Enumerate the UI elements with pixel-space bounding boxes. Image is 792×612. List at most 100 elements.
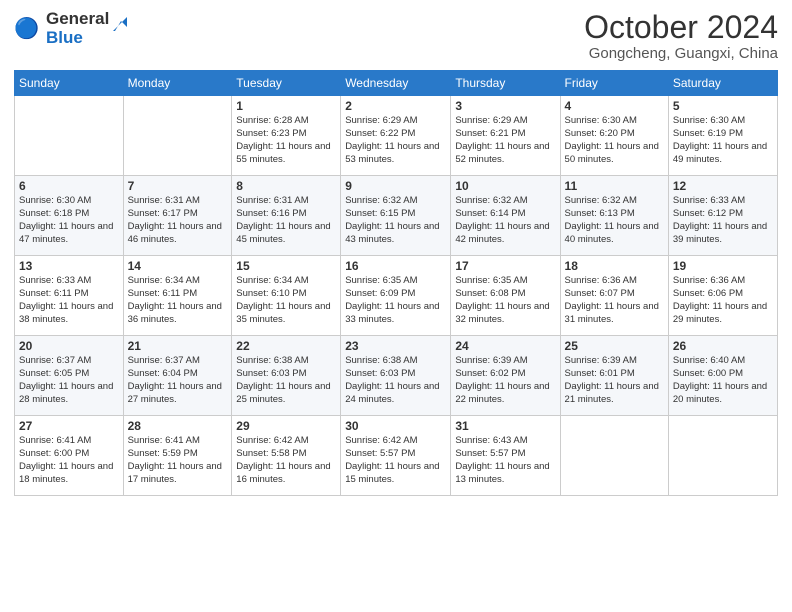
header-saturday: Saturday <box>668 71 777 96</box>
calendar-cell: 11Sunrise: 6:32 AM Sunset: 6:13 PM Dayli… <box>560 176 668 256</box>
calendar-cell: 24 Sunrise: 6:39 AM Sunset: 6:02 PM Dayli… <box>451 336 560 416</box>
calendar-cell: 23 Sunrise: 6:38 AM Sunset: 6:03 PM Dayli… <box>341 336 451 416</box>
day-info: Sunrise: 6:34 AM Sunset: 6:10 PM Dayligh… <box>236 275 336 326</box>
day-number: 23 <box>345 339 446 353</box>
calendar-cell: 21 Sunrise: 6:37 AM Sunset: 6:04 PM Dayli… <box>123 336 232 416</box>
day-number: 15 <box>236 259 336 273</box>
calendar-cell: 28Sunrise: 6:41 AM Sunset: 5:59 PM Dayli… <box>123 416 232 496</box>
day-number: 9 <box>345 179 446 193</box>
day-info: Sunrise: 6:35 AM Sunset: 6:08 PM Dayligh… <box>455 275 555 326</box>
calendar-cell: 6Sunrise: 6:30 AM Sunset: 6:18 PM Daylig… <box>15 176 124 256</box>
day-info: Sunrise: 6:33 AM Sunset: 6:11 PM Dayligh… <box>19 275 119 326</box>
header-wednesday: Wednesday <box>341 71 451 96</box>
header-tuesday: Tuesday <box>232 71 341 96</box>
calendar-cell: 15 Sunrise: 6:34 AM Sunset: 6:10 PM Dayli… <box>232 256 341 336</box>
day-number: 21 <box>128 339 228 353</box>
day-info: Sunrise: 6:30 AM Sunset: 6:19 PM Dayligh… <box>673 115 773 166</box>
day-info: Sunrise: 6:42 AM Sunset: 5:58 PM Dayligh… <box>236 435 336 486</box>
calendar-cell: 29 Sunrise: 6:42 AM Sunset: 5:58 PM Dayli… <box>232 416 341 496</box>
day-number: 28 <box>128 419 228 433</box>
day-number: 22 <box>236 339 336 353</box>
day-number: 13 <box>19 259 119 273</box>
calendar-cell: 13 Sunrise: 6:33 AM Sunset: 6:11 PM Dayli… <box>15 256 124 336</box>
calendar-cell: 19 Sunrise: 6:36 AM Sunset: 6:06 PM Dayli… <box>668 256 777 336</box>
day-info: Sunrise: 6:30 AM Sunset: 6:18 PM Dayligh… <box>19 195 119 246</box>
main-container: 🔵 General Blue October 2024 Gongcheng, G… <box>0 0 792 612</box>
calendar-cell: 9 Sunrise: 6:32 AM Sunset: 6:15 PM Daylig… <box>341 176 451 256</box>
header-thursday: Thursday <box>451 71 560 96</box>
calendar-cell: 27 Sunrise: 6:41 AM Sunset: 6:00 PM Dayli… <box>15 416 124 496</box>
calendar-cell: 16 Sunrise: 6:35 AM Sunset: 6:09 PM Dayli… <box>341 256 451 336</box>
day-info: Sunrise: 6:42 AM Sunset: 5:57 PM Dayligh… <box>345 435 446 486</box>
title-block: October 2024 Gongcheng, Guangxi, China <box>584 10 778 62</box>
week-row-5: 27 Sunrise: 6:41 AM Sunset: 6:00 PM Dayli… <box>15 416 778 496</box>
week-row-1: 1Sunrise: 6:28 AM Sunset: 6:23 PM Daylig… <box>15 96 778 176</box>
day-number: 10 <box>455 179 555 193</box>
day-info: Sunrise: 6:28 AM Sunset: 6:23 PM Dayligh… <box>236 115 336 166</box>
day-info: Sunrise: 6:38 AM Sunset: 6:03 PM Dayligh… <box>345 355 446 406</box>
day-number: 16 <box>345 259 446 273</box>
calendar-cell: 5 Sunrise: 6:30 AM Sunset: 6:19 PM Daylig… <box>668 96 777 176</box>
day-info: Sunrise: 6:29 AM Sunset: 6:21 PM Dayligh… <box>455 115 555 166</box>
week-row-2: 6Sunrise: 6:30 AM Sunset: 6:18 PM Daylig… <box>15 176 778 256</box>
calendar-table: SundayMondayTuesdayWednesdayThursdayFrid… <box>14 70 778 496</box>
header-monday: Monday <box>123 71 232 96</box>
calendar-cell: 26Sunrise: 6:40 AM Sunset: 6:00 PM Dayli… <box>668 336 777 416</box>
day-info: Sunrise: 6:34 AM Sunset: 6:11 PM Dayligh… <box>128 275 228 326</box>
day-number: 31 <box>455 419 555 433</box>
day-number: 26 <box>673 339 773 353</box>
day-info: Sunrise: 6:36 AM Sunset: 6:06 PM Dayligh… <box>673 275 773 326</box>
svg-text:🔵: 🔵 <box>14 16 39 40</box>
calendar-cell: 2Sunrise: 6:29 AM Sunset: 6:22 PM Daylig… <box>341 96 451 176</box>
day-number: 12 <box>673 179 773 193</box>
day-number: 5 <box>673 99 773 113</box>
day-number: 8 <box>236 179 336 193</box>
logo-arrow-icon <box>109 13 131 35</box>
calendar-cell <box>560 416 668 496</box>
header: 🔵 General Blue October 2024 Gongcheng, G… <box>14 10 778 62</box>
day-info: Sunrise: 6:30 AM Sunset: 6:20 PM Dayligh… <box>565 115 664 166</box>
day-info: Sunrise: 6:43 AM Sunset: 5:57 PM Dayligh… <box>455 435 555 486</box>
calendar-cell: 17 Sunrise: 6:35 AM Sunset: 6:08 PM Dayli… <box>451 256 560 336</box>
day-info: Sunrise: 6:41 AM Sunset: 6:00 PM Dayligh… <box>19 435 119 486</box>
calendar-cell <box>15 96 124 176</box>
day-number: 24 <box>455 339 555 353</box>
calendar-cell <box>123 96 232 176</box>
day-info: Sunrise: 6:32 AM Sunset: 6:13 PM Dayligh… <box>565 195 664 246</box>
day-number: 18 <box>565 259 664 273</box>
week-row-4: 20 Sunrise: 6:37 AM Sunset: 6:05 PM Dayli… <box>15 336 778 416</box>
calendar-cell: 3 Sunrise: 6:29 AM Sunset: 6:21 PM Daylig… <box>451 96 560 176</box>
day-info: Sunrise: 6:35 AM Sunset: 6:09 PM Dayligh… <box>345 275 446 326</box>
day-number: 29 <box>236 419 336 433</box>
day-info: Sunrise: 6:37 AM Sunset: 6:04 PM Dayligh… <box>128 355 228 406</box>
day-number: 17 <box>455 259 555 273</box>
logo-text: General Blue <box>46 10 109 47</box>
day-number: 14 <box>128 259 228 273</box>
day-number: 27 <box>19 419 119 433</box>
month-title: October 2024 <box>584 10 778 45</box>
day-info: Sunrise: 6:38 AM Sunset: 6:03 PM Dayligh… <box>236 355 336 406</box>
day-info: Sunrise: 6:33 AM Sunset: 6:12 PM Dayligh… <box>673 195 773 246</box>
day-info: Sunrise: 6:32 AM Sunset: 6:14 PM Dayligh… <box>455 195 555 246</box>
day-info: Sunrise: 6:32 AM Sunset: 6:15 PM Dayligh… <box>345 195 446 246</box>
day-number: 2 <box>345 99 446 113</box>
day-info: Sunrise: 6:39 AM Sunset: 6:01 PM Dayligh… <box>565 355 664 406</box>
day-number: 25 <box>565 339 664 353</box>
day-info: Sunrise: 6:39 AM Sunset: 6:02 PM Dayligh… <box>455 355 555 406</box>
calendar-cell: 18Sunrise: 6:36 AM Sunset: 6:07 PM Dayli… <box>560 256 668 336</box>
day-number: 4 <box>565 99 664 113</box>
calendar-cell: 4 Sunrise: 6:30 AM Sunset: 6:20 PM Daylig… <box>560 96 668 176</box>
calendar-cell: 14 Sunrise: 6:34 AM Sunset: 6:11 PM Dayli… <box>123 256 232 336</box>
day-info: Sunrise: 6:37 AM Sunset: 6:05 PM Dayligh… <box>19 355 119 406</box>
calendar-cell: 10 Sunrise: 6:32 AM Sunset: 6:14 PM Dayli… <box>451 176 560 256</box>
calendar-cell: 12 Sunrise: 6:33 AM Sunset: 6:12 PM Dayli… <box>668 176 777 256</box>
logo-bird-icon: 🔵 <box>14 15 42 43</box>
calendar-header-row: SundayMondayTuesdayWednesdayThursdayFrid… <box>15 71 778 96</box>
calendar-cell <box>668 416 777 496</box>
header-sunday: Sunday <box>15 71 124 96</box>
header-friday: Friday <box>560 71 668 96</box>
calendar-cell: 31 Sunrise: 6:43 AM Sunset: 5:57 PM Dayli… <box>451 416 560 496</box>
day-number: 19 <box>673 259 773 273</box>
day-number: 3 <box>455 99 555 113</box>
day-number: 20 <box>19 339 119 353</box>
